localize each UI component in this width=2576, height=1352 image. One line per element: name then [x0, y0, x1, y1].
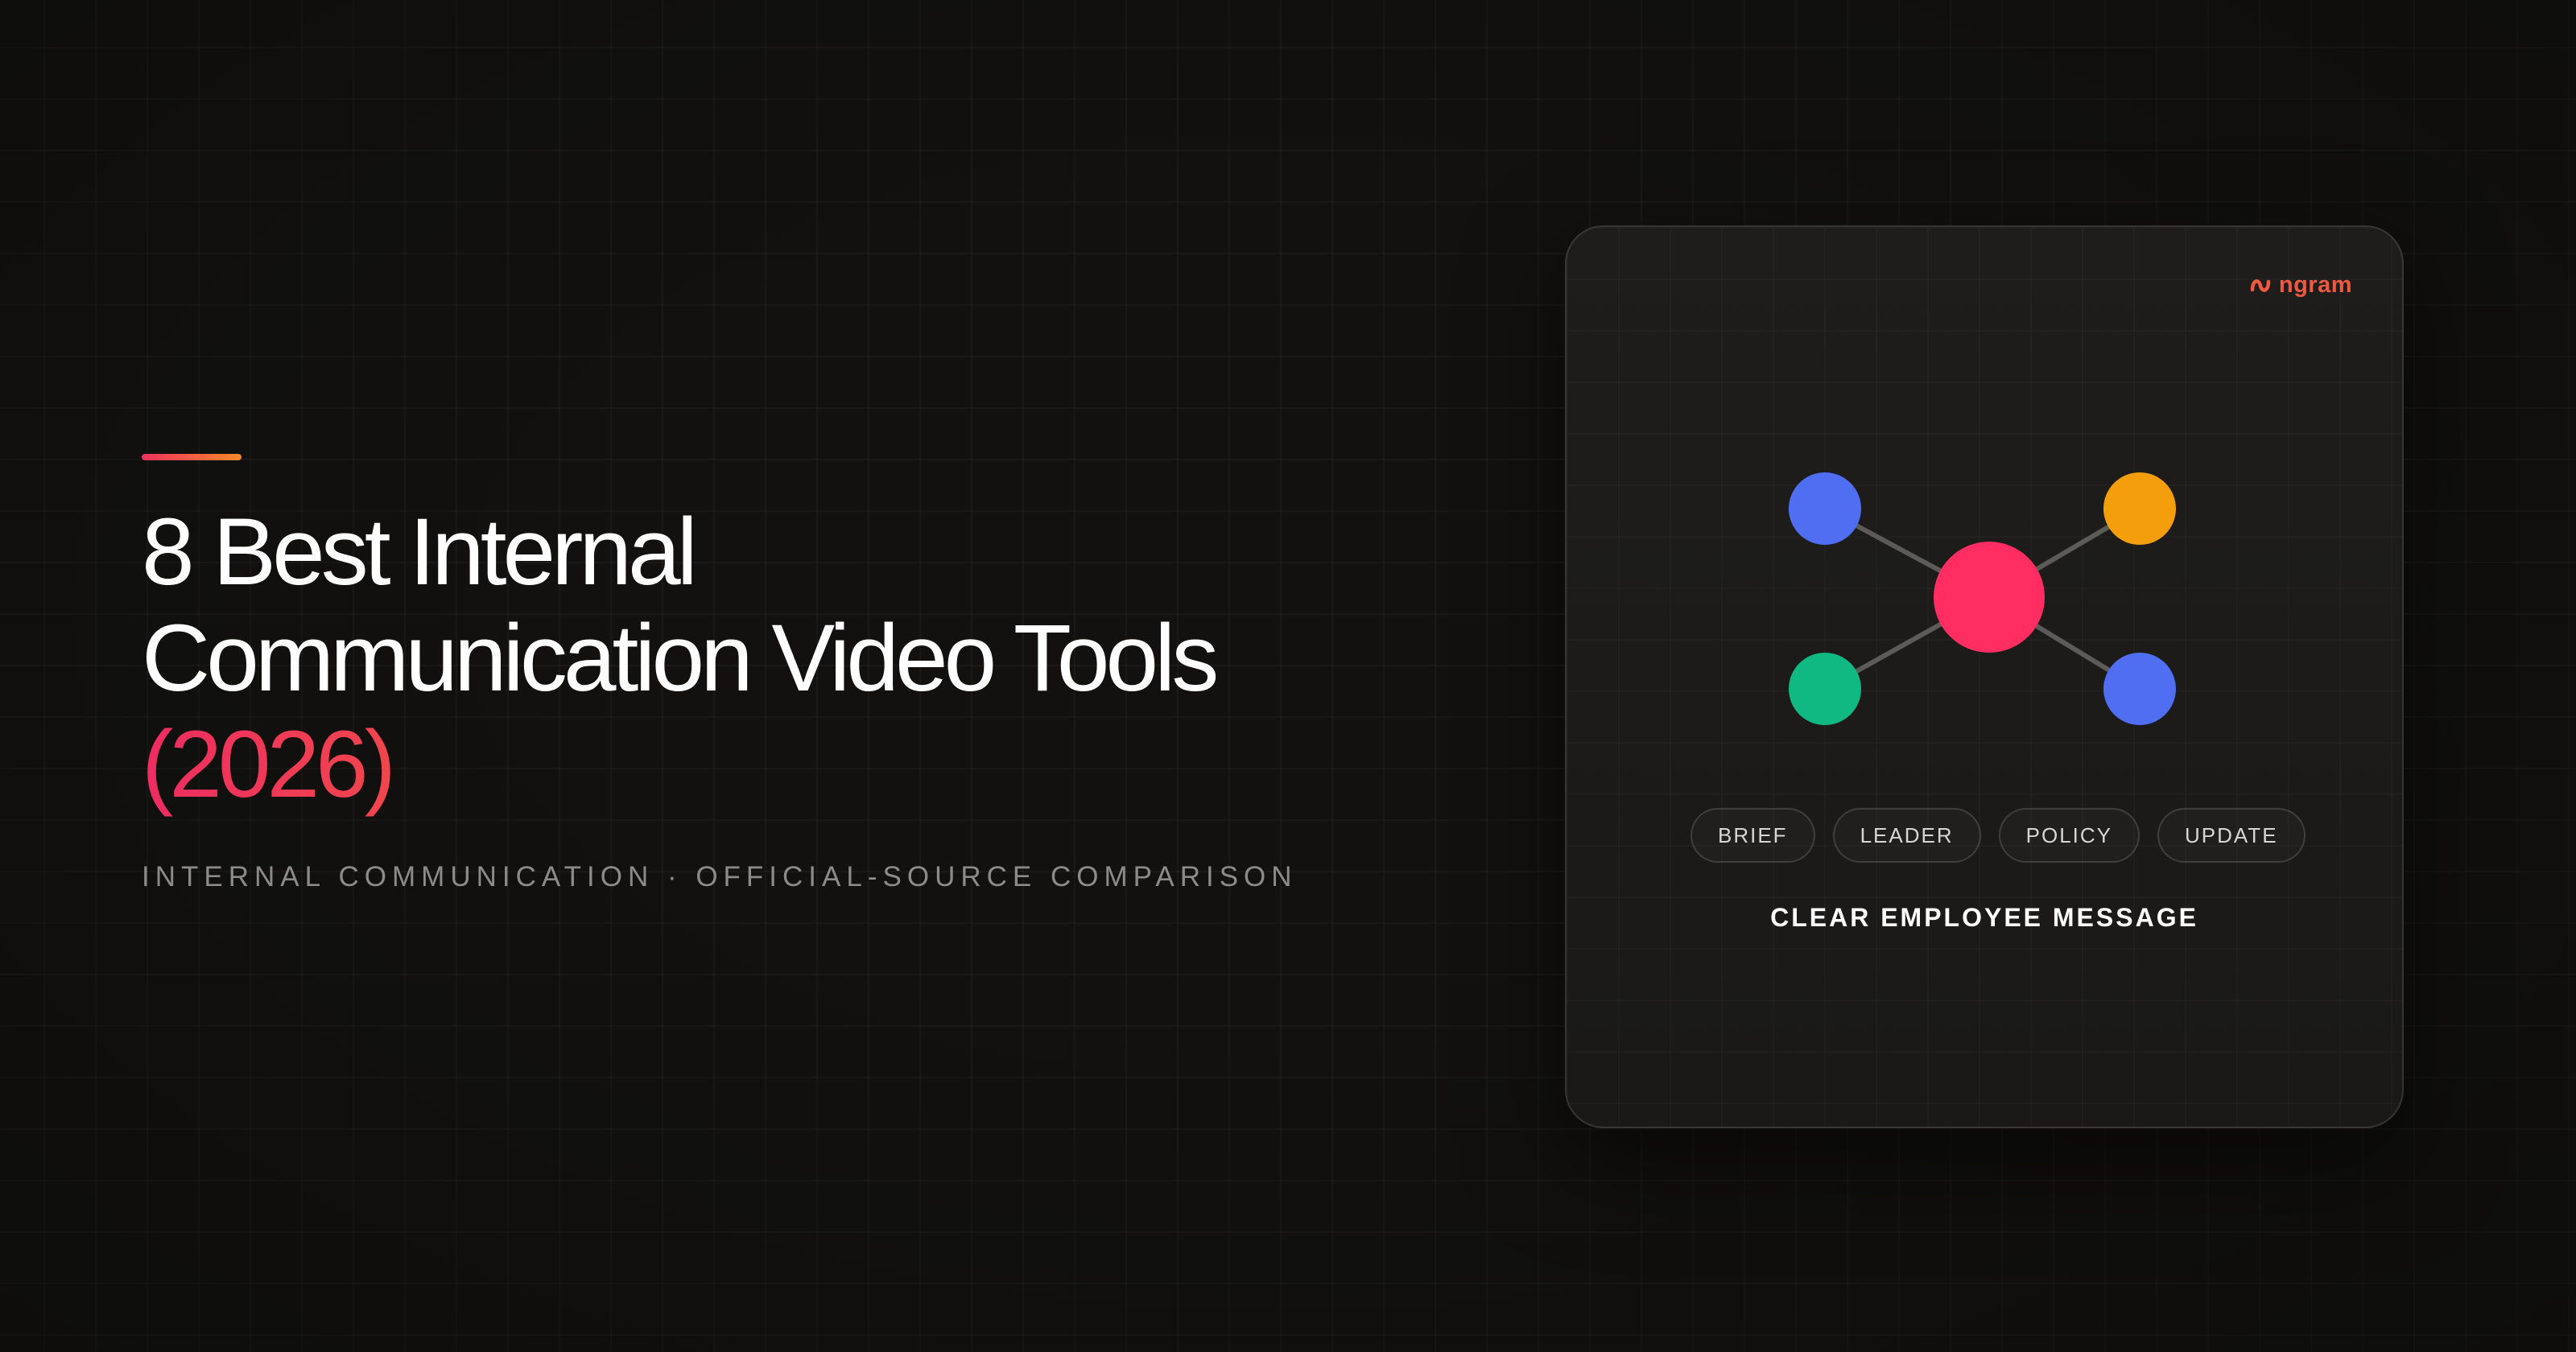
node-top-left: [1789, 472, 1861, 545]
card-caption: CLEAR EMPLOYEE MESSAGE: [1770, 903, 2198, 932]
title-year: (2026): [142, 711, 1215, 818]
node-bottom-left: [1789, 653, 1861, 725]
illustration-card: ngram BRIEF LEADER POLICY UPDATE CLEAR E…: [1565, 225, 2404, 1128]
node-center: [1934, 542, 2045, 653]
node-top-right: [2103, 472, 2176, 545]
page-subtitle: INTERNAL COMMUNICATION · OFFICIAL-SOURCE…: [142, 861, 1298, 892]
page-title: 8 Best Internal Communication Video Tool…: [142, 499, 1219, 818]
tag-leader: LEADER: [1832, 808, 1981, 863]
message-network-diagram: [1789, 472, 2176, 725]
tag-update: UPDATE: [2157, 808, 2306, 863]
tag-list: BRIEF LEADER POLICY UPDATE: [1690, 808, 2306, 863]
tag-policy: POLICY: [1998, 808, 2140, 863]
tag-brief: BRIEF: [1690, 808, 1815, 863]
accent-line: [142, 454, 242, 460]
node-bottom-right: [2103, 653, 2176, 725]
title-line-2: Communication Video Tools: [142, 605, 1219, 711]
title-line-1: 8 Best Internal: [142, 499, 698, 605]
